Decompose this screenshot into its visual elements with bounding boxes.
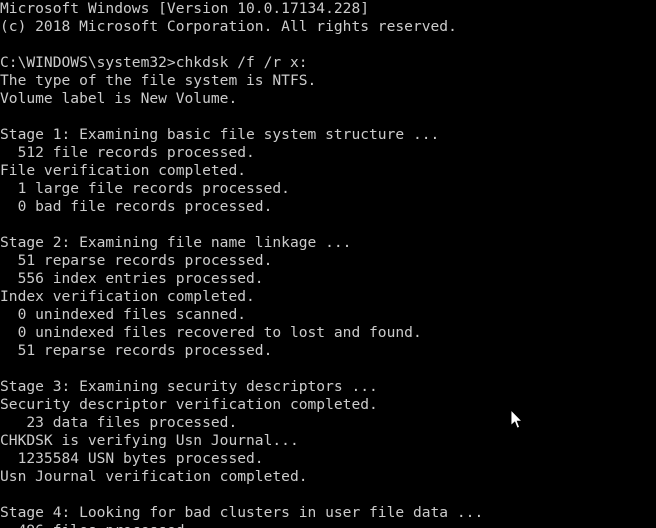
console-line: 556 index entries processed. xyxy=(0,270,264,287)
console-line: 0 unindexed files scanned. xyxy=(0,306,247,323)
console-line: The type of the file system is NTFS. xyxy=(0,72,317,89)
console-line: 0 unindexed files recovered to lost and … xyxy=(0,324,422,341)
console-line: (c) 2018 Microsoft Corporation. All righ… xyxy=(0,18,457,35)
console-line: Volume label is New Volume. xyxy=(0,90,238,107)
console-line: 51 reparse records processed. xyxy=(0,342,273,359)
console-line: 496 files processed. xyxy=(0,522,483,528)
console-line: 0 bad file records processed. xyxy=(0,198,273,215)
console-line: Microsoft Windows [Version 10.0.17134.22… xyxy=(0,0,370,17)
console-output-text: Microsoft Windows [Version 10.0.17134.22… xyxy=(0,0,483,528)
console-line: C:\WINDOWS\system32>chkdsk /f /r x: xyxy=(0,54,308,71)
console-line: 512 file records processed. xyxy=(0,144,255,161)
console-window[interactable]: Microsoft Windows [Version 10.0.17134.22… xyxy=(0,0,656,528)
console-line: File verification completed. xyxy=(0,162,247,179)
console-line: Stage 4: Looking for bad clusters in use… xyxy=(0,504,484,521)
console-line: CHKDSK is verifying Usn Journal... xyxy=(0,432,299,449)
console-line: Usn Journal verification completed. xyxy=(0,468,308,485)
console-line: 23 data files processed. xyxy=(0,414,238,431)
console-line: 51 reparse records processed. xyxy=(0,252,273,269)
console-line: Stage 3: Examining security descriptors … xyxy=(0,378,378,395)
mouse-pointer-icon xyxy=(511,410,524,429)
console-line: Stage 1: Examining basic file system str… xyxy=(0,126,440,143)
console-line: 1 large file records processed. xyxy=(0,180,290,197)
console-line: Stage 2: Examining file name linkage ... xyxy=(0,234,352,251)
console-line: Security descriptor verification complet… xyxy=(0,396,378,413)
console-line: 1235584 USN bytes processed. xyxy=(0,450,264,467)
console-line: Index verification completed. xyxy=(0,288,255,305)
